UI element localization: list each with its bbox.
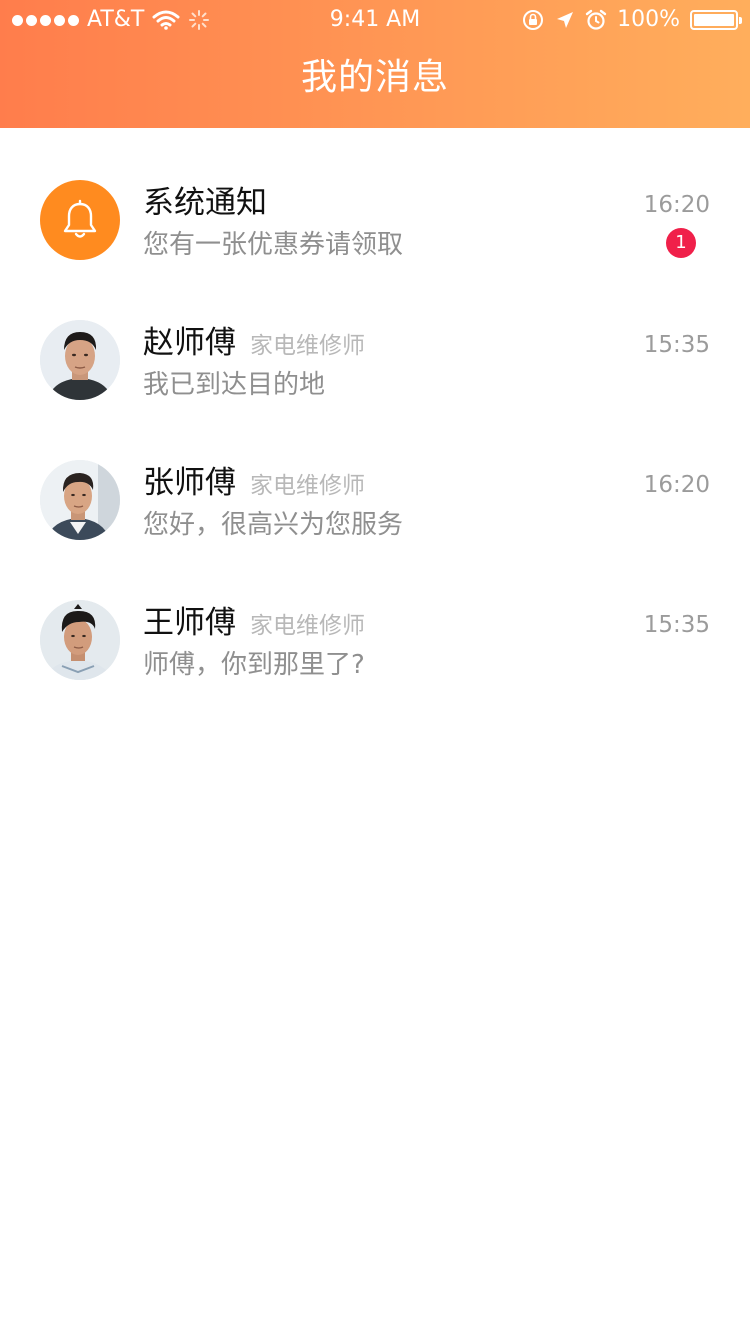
message-time: 16:20 [643, 472, 710, 498]
location-arrow-icon [557, 12, 574, 28]
sender-name: 赵师傅 家电维修师 [143, 325, 365, 361]
message-item[interactable]: 张师傅 家电维修师 您好，很高兴为您服务 16:20 [0, 430, 750, 570]
avatar [40, 460, 120, 540]
sender-name: 系统通知 [143, 185, 267, 221]
bell-icon [63, 199, 97, 238]
avatar [40, 600, 120, 680]
message-preview: 您好，很高兴为您服务 [143, 510, 404, 540]
messages-screen: AT&T 9:41 AM 100% 我的消息 系统通知 您有一张优惠券请领取 1… [0, 0, 750, 1334]
avatar-portrait [40, 320, 120, 400]
message-time: 15:35 [643, 332, 710, 358]
message-time: 15:35 [643, 612, 710, 638]
message-time: 16:20 [643, 192, 710, 218]
battery-percentage: 100% [617, 7, 680, 32]
sender-name: 张师傅 家电维修师 [143, 465, 365, 501]
page-title: 我的消息 [300, 57, 449, 98]
system-avatar [40, 180, 120, 260]
alarm-clock-icon [585, 9, 607, 30]
battery-icon [690, 10, 742, 30]
message-preview: 我已到达目的地 [143, 370, 326, 400]
message-preview: 您有一张优惠券请领取 [143, 230, 404, 260]
sender-role: 家电维修师 [250, 333, 365, 359]
status-bar: AT&T 9:41 AM 100% [0, 0, 750, 40]
unread-badge: 1 [666, 228, 696, 258]
message-item[interactable]: 赵师傅 家电维修师 我已到达目的地 15:35 [0, 290, 750, 430]
avatar-portrait [40, 460, 120, 540]
message-item-system[interactable]: 系统通知 您有一张优惠券请领取 16:20 1 [0, 150, 750, 290]
status-right: 100% [521, 0, 742, 40]
header: AT&T 9:41 AM 100% 我的消息 [0, 0, 750, 128]
message-list: 系统通知 您有一张优惠券请领取 16:20 1 赵师傅 家电维修师 我已到达目的… [0, 150, 750, 710]
avatar-portrait [40, 600, 120, 680]
message-preview: 师傅，你到那里了? [143, 650, 365, 680]
sender-name: 王师傅 家电维修师 [143, 605, 365, 641]
sender-role: 家电维修师 [250, 473, 365, 499]
orientation-lock-icon [523, 10, 544, 30]
sender-role: 家电维修师 [250, 613, 365, 639]
message-item[interactable]: 王师傅 家电维修师 师傅，你到那里了? 15:35 [0, 570, 750, 710]
avatar [40, 320, 120, 400]
